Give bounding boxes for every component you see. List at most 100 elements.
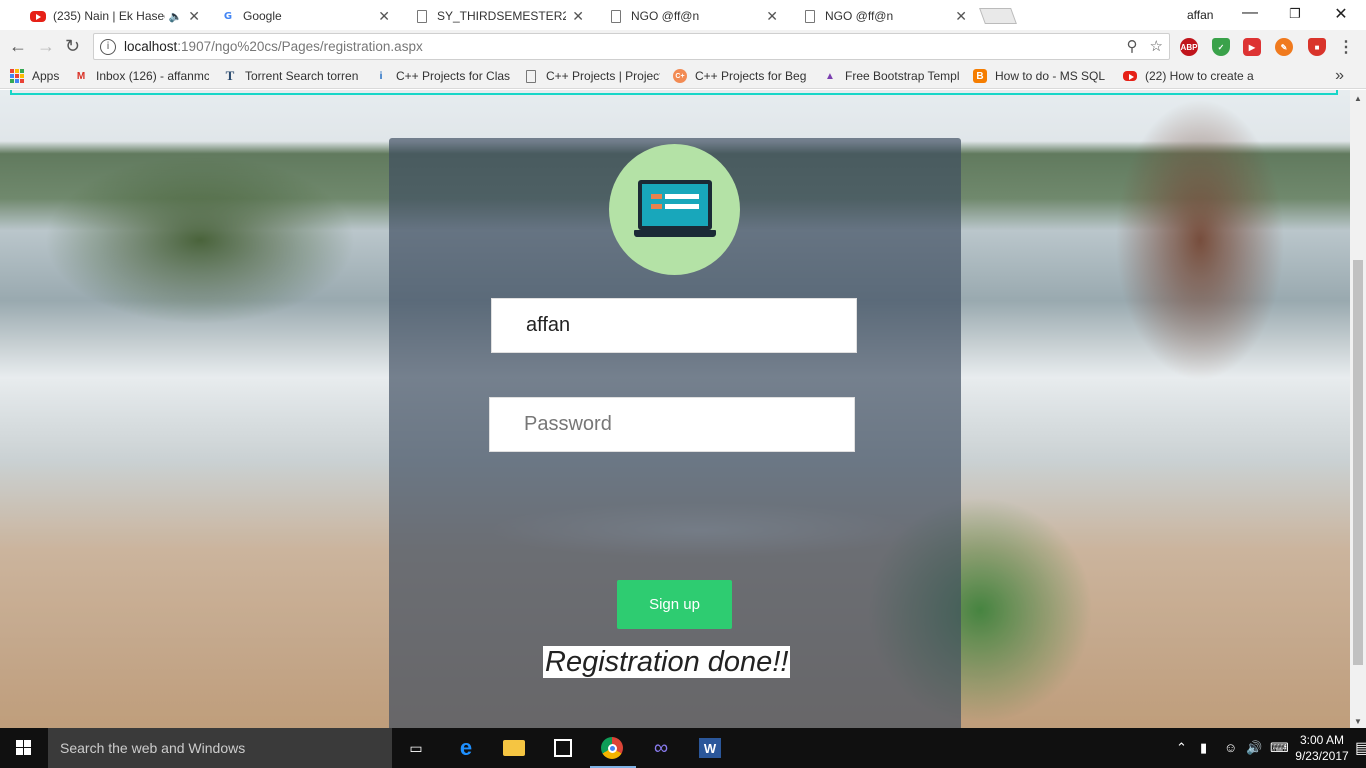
minimize-icon[interactable]: — bbox=[1235, 4, 1265, 22]
scroll-up-arrow-icon[interactable]: ▲ bbox=[1354, 94, 1362, 103]
bootstrap-icon: ▲ bbox=[825, 70, 835, 82]
bookmark-label: C++ Projects for Clas bbox=[396, 69, 510, 83]
bookmark-how-to-create[interactable]: (22) How to create a bbox=[1123, 69, 1259, 83]
back-arrow-icon[interactable]: ← bbox=[9, 36, 27, 57]
tab-strip: (235) Nain | Ek Haseen 🔈 ✕ G Google ✕ SY… bbox=[0, 0, 1366, 30]
bookmark-torrent[interactable]: T Torrent Search torren bbox=[223, 69, 359, 83]
window-close-icon[interactable]: ✕ bbox=[1326, 4, 1356, 24]
word-icon[interactable]: W bbox=[698, 736, 722, 760]
bookmark-label: Torrent Search torren bbox=[245, 69, 359, 83]
scroll-down-arrow-icon[interactable]: ▼ bbox=[1354, 717, 1362, 726]
laptop-avatar-icon bbox=[609, 144, 740, 275]
system-clock[interactable]: 3:00 AM 9/23/2017 bbox=[1292, 732, 1352, 764]
tray-chevron-icon[interactable]: ⌃ bbox=[1176, 740, 1187, 756]
tab-label: (235) Nain | Ek Haseen bbox=[53, 9, 165, 23]
google-icon: G bbox=[223, 10, 233, 22]
adblock-plus-icon[interactable]: ABP bbox=[1180, 38, 1198, 56]
edge-icon[interactable]: e bbox=[454, 735, 478, 760]
close-icon[interactable]: ✕ bbox=[955, 8, 967, 25]
registration-card: Sign up Registration done!! bbox=[389, 138, 961, 728]
taskbar-search-box[interactable]: Search the web and Windows bbox=[48, 728, 392, 768]
page-scrollbar[interactable]: ▲ ▼ bbox=[1350, 90, 1366, 728]
bookmark-cpp-class[interactable]: i C++ Projects for Clas bbox=[374, 69, 510, 83]
network-icon[interactable]: ☺ bbox=[1224, 740, 1237, 755]
pencil-extension-icon[interactable]: ✎ bbox=[1275, 38, 1293, 56]
store-icon[interactable] bbox=[551, 736, 575, 760]
tab-label: NGO @ff@n bbox=[631, 9, 700, 23]
close-icon[interactable]: ✕ bbox=[766, 8, 778, 25]
forward-arrow-icon[interactable]: → bbox=[37, 36, 55, 57]
page-viewport: Sign up Registration done!! bbox=[0, 90, 1350, 728]
ublock-icon[interactable]: ■ bbox=[1308, 38, 1326, 56]
bookmark-star-icon[interactable]: ☆ bbox=[1150, 37, 1163, 55]
bookmark-label: C++ Projects for Beg bbox=[695, 69, 807, 83]
clock-time: 3:00 AM bbox=[1299, 733, 1345, 747]
tab-ngo[interactable]: NGO @ff@n ✕ bbox=[782, 2, 977, 30]
bookmark-bootstrap[interactable]: ▲ Free Bootstrap Templ bbox=[823, 69, 959, 83]
document-icon bbox=[414, 8, 430, 24]
torrent-icon: T bbox=[225, 69, 235, 83]
bookmark-cpp-beginners[interactable]: C+ C++ Projects for Beg bbox=[673, 69, 809, 83]
youtube-icon bbox=[30, 8, 46, 24]
tab-sy-thirdsemester[interactable]: SY_THIRDSEMESTER2016 ✕ bbox=[394, 2, 594, 30]
volume-icon[interactable]: 🔊 bbox=[1246, 740, 1262, 756]
apps-grid-icon bbox=[10, 69, 24, 83]
media-extension-icon[interactable]: ▶ bbox=[1243, 38, 1261, 56]
file-explorer-icon[interactable] bbox=[502, 736, 526, 760]
more-bookmarks-icon[interactable]: » bbox=[1335, 67, 1344, 85]
chrome-icon[interactable] bbox=[600, 736, 624, 760]
battery-icon[interactable]: ▮ bbox=[1200, 740, 1207, 756]
keyboard-icon[interactable]: ⌨ bbox=[1270, 740, 1289, 756]
url-path: :1907/ngo%20cs/Pages/registration.aspx bbox=[177, 39, 423, 54]
username-input[interactable] bbox=[491, 298, 857, 353]
scroll-thumb[interactable] bbox=[1353, 260, 1363, 665]
address-bar[interactable]: i localhost:1907/ngo%20cs/Pages/registra… bbox=[93, 33, 1170, 60]
reload-icon[interactable]: ↻ bbox=[65, 36, 80, 57]
shield-check-icon[interactable]: ✓ bbox=[1212, 38, 1230, 56]
tab-ngo-active[interactable]: NGO @ff@n ✕ bbox=[588, 2, 788, 30]
document-icon bbox=[608, 8, 624, 24]
notification-icon[interactable]: ▤ bbox=[1355, 738, 1366, 758]
close-icon[interactable]: ✕ bbox=[572, 8, 584, 25]
signup-button[interactable]: Sign up bbox=[617, 580, 732, 629]
tab-google[interactable]: G Google ✕ bbox=[200, 2, 400, 30]
visual-studio-icon[interactable]: ∞ bbox=[649, 736, 673, 760]
bookmark-apps[interactable]: Apps bbox=[10, 69, 59, 83]
tab-youtube-nain[interactable]: (235) Nain | Ek Haseen 🔈 ✕ bbox=[10, 2, 210, 30]
bookmark-label: C++ Projects | Project bbox=[546, 69, 660, 83]
url-host: localhost bbox=[124, 39, 178, 54]
profile-name[interactable]: affan bbox=[1187, 8, 1213, 22]
bookmark-label: How to do - MS SQL bbox=[995, 69, 1106, 83]
task-view-icon[interactable]: ▭ bbox=[404, 736, 428, 760]
restore-icon[interactable]: ❐ bbox=[1280, 6, 1310, 22]
cplusplus-icon: C+ bbox=[673, 69, 687, 83]
audio-icon[interactable]: 🔈 bbox=[169, 10, 183, 23]
info-icon: i bbox=[379, 70, 383, 82]
bookmark-label: Inbox (126) - affanmc bbox=[96, 69, 209, 83]
close-icon[interactable]: ✕ bbox=[188, 8, 200, 25]
clock-date: 9/23/2017 bbox=[1295, 749, 1349, 763]
registration-status-message: Registration done!! bbox=[543, 646, 791, 678]
blogger-icon: B bbox=[973, 69, 987, 83]
bookmark-label: Apps bbox=[32, 69, 60, 83]
bookmark-inbox[interactable]: M Inbox (126) - affanmc bbox=[74, 69, 209, 83]
tab-label: SY_THIRDSEMESTER2016 bbox=[437, 9, 567, 23]
password-input[interactable] bbox=[489, 397, 855, 452]
info-icon[interactable]: i bbox=[100, 38, 116, 55]
tab-label: NGO @ff@n bbox=[825, 9, 894, 23]
document-icon bbox=[524, 69, 538, 83]
bookmark-label: Free Bootstrap Templ bbox=[845, 69, 959, 83]
document-icon bbox=[802, 8, 818, 24]
gmail-icon: M bbox=[76, 70, 86, 82]
close-icon[interactable]: ✕ bbox=[378, 8, 390, 25]
bookmark-ms-sql[interactable]: B How to do - MS SQL bbox=[973, 69, 1107, 83]
windows-start-icon[interactable] bbox=[16, 740, 31, 755]
bookmarks-bar: Apps M Inbox (126) - affanmc T Torrent S… bbox=[0, 64, 1366, 89]
bookmark-label: (22) How to create a bbox=[1145, 69, 1254, 83]
browser-toolbar: ← → ↻ i localhost:1907/ngo%20cs/Pages/re… bbox=[0, 30, 1366, 64]
menu-dots-icon[interactable]: ⋮ bbox=[1338, 37, 1354, 57]
tab-label: Google bbox=[243, 9, 282, 23]
new-tab-button[interactable] bbox=[979, 8, 1017, 24]
bookmark-cpp-projects[interactable]: C++ Projects | Project bbox=[524, 69, 660, 83]
zoom-icon[interactable]: ⚲ bbox=[1127, 37, 1138, 55]
